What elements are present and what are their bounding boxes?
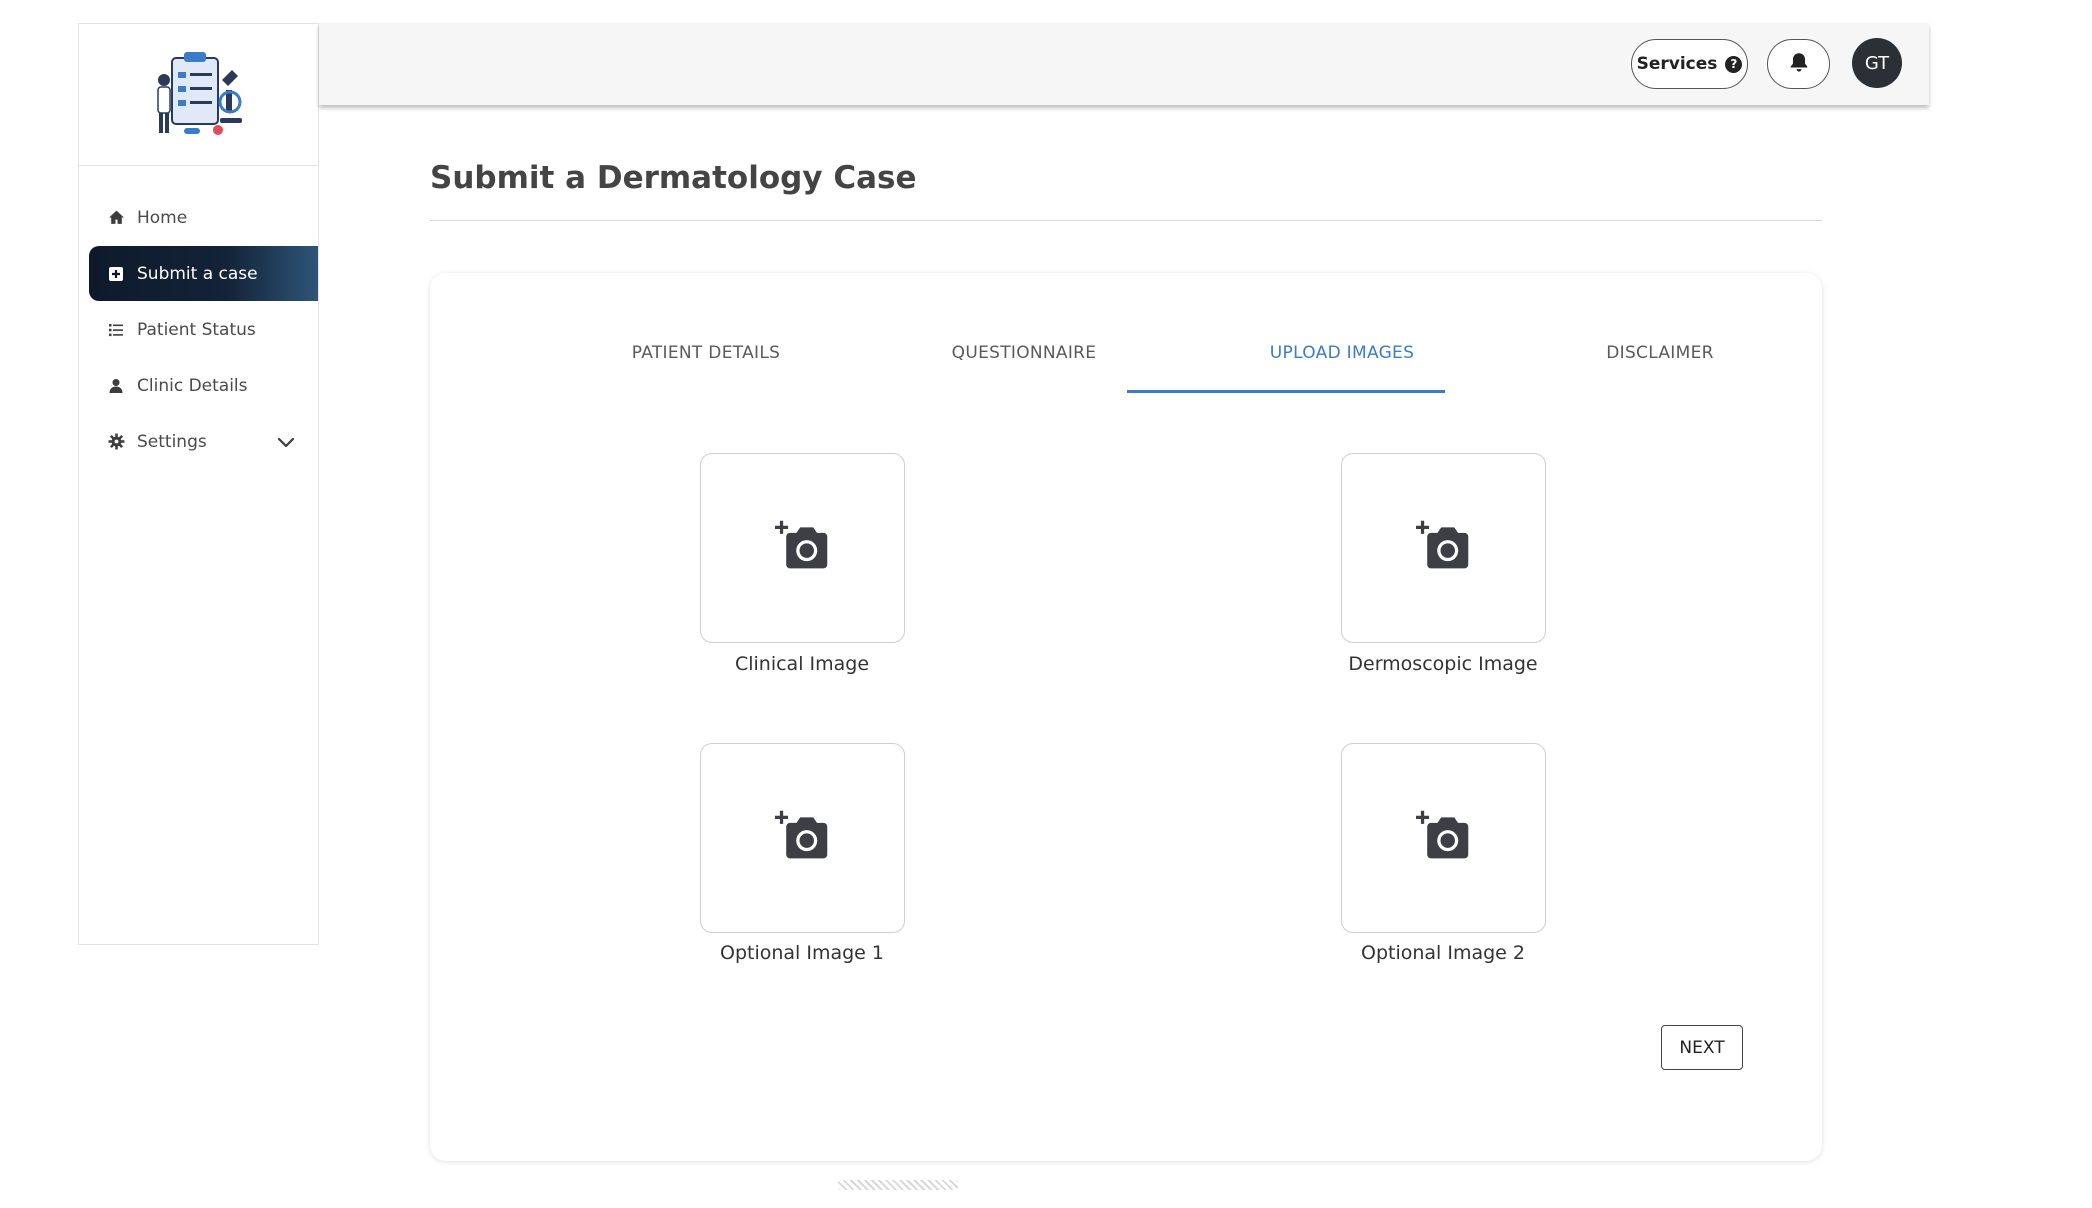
help-icon: ? (1725, 55, 1743, 73)
plus-square-icon (107, 265, 125, 283)
tab-patient-details[interactable]: PATIENT DETAILS (547, 343, 865, 363)
sidebar-item-label: Patient Status (137, 319, 256, 340)
sidebar-item-label: Submit a case (137, 263, 258, 284)
next-button[interactable]: NEXT (1661, 1025, 1743, 1070)
sidebar-item-submit-case[interactable]: Submit a case (89, 246, 318, 301)
sidebar-item-patient-status[interactable]: Patient Status (79, 302, 318, 357)
clinical-image-label: Clinical Image (734, 653, 870, 675)
optional-image-2-upload[interactable] (1341, 743, 1546, 933)
services-label: Services (1636, 54, 1718, 74)
add-photo-icon (773, 808, 833, 868)
divider (430, 220, 1822, 221)
top-bar: Services ? GT (319, 23, 1929, 105)
scroll-handle[interactable] (838, 1180, 958, 1190)
logo-illustration-icon (156, 51, 242, 135)
sidebar-item-home[interactable]: Home (79, 190, 318, 245)
tab-disclaimer[interactable]: DISCLAIMER (1501, 343, 1819, 363)
optional-image-1-label: Optional Image 1 (719, 942, 884, 964)
bell-icon (1788, 51, 1810, 77)
gear-icon (107, 433, 125, 451)
add-photo-icon (773, 518, 833, 578)
sidebar-item-settings[interactable]: Settings (79, 414, 318, 469)
add-photo-icon (1414, 518, 1474, 578)
notifications-button[interactable] (1767, 39, 1830, 89)
sidebar-nav: Home Submit a case Patient Status Clinic… (79, 166, 318, 469)
add-photo-icon (1414, 808, 1474, 868)
active-tab-indicator (1127, 390, 1445, 393)
case-form-card: PATIENT DETAILS QUESTIONNAIRE UPLOAD IMA… (430, 273, 1822, 1161)
user-icon (107, 377, 125, 395)
sidebar-item-label: Settings (137, 431, 207, 452)
optional-image-1-upload[interactable] (700, 743, 905, 933)
sidebar-item-label: Home (137, 207, 188, 228)
list-icon (107, 321, 125, 339)
home-icon (107, 209, 125, 227)
optional-image-2-label: Optional Image 2 (1360, 942, 1525, 964)
services-button[interactable]: Services ? (1631, 39, 1748, 89)
page-title: Submit a Dermatology Case (430, 160, 917, 196)
sidebar-item-label: Clinic Details (137, 375, 248, 396)
clinical-image-upload[interactable] (700, 453, 905, 643)
tab-upload-images[interactable]: UPLOAD IMAGES (1183, 343, 1501, 363)
chevron-down-icon[interactable] (276, 432, 296, 452)
sidebar: Home Submit a case Patient Status Clinic… (78, 23, 319, 945)
stepper-tabs: PATIENT DETAILS QUESTIONNAIRE UPLOAD IMA… (547, 343, 1819, 367)
dermoscopic-image-label: Dermoscopic Image (1348, 653, 1538, 675)
tab-questionnaire[interactable]: QUESTIONNAIRE (865, 343, 1183, 363)
logo[interactable] (79, 24, 318, 166)
sidebar-item-clinic-details[interactable]: Clinic Details (79, 358, 318, 413)
avatar[interactable]: GT (1852, 38, 1902, 88)
dermoscopic-image-upload[interactable] (1341, 453, 1546, 643)
